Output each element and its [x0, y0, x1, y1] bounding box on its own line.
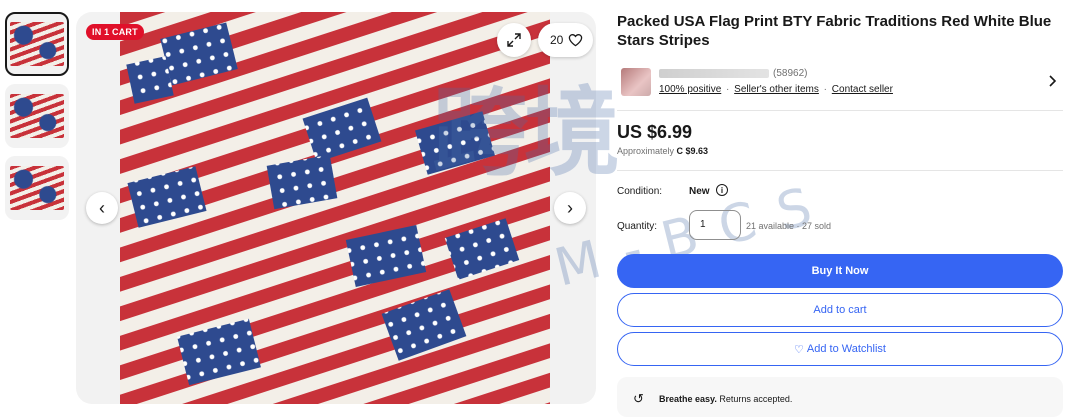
- seller-other-items-link[interactable]: Seller's other items: [734, 84, 819, 95]
- image-gallery: IN 1 CART 20 ‹ ›: [76, 12, 596, 404]
- expand-icon: [507, 33, 521, 47]
- add-to-watchlist-button[interactable]: ♡ Add to Watchlist: [617, 332, 1063, 366]
- availability-text: 21 available · 27 sold: [746, 221, 832, 231]
- condition-value: New: [689, 186, 710, 197]
- seller-card[interactable]: (58962) 100% positive · Seller's other i…: [617, 68, 1063, 112]
- thumbnail-1[interactable]: [5, 12, 69, 76]
- returns-rest: Returns accepted.: [716, 394, 793, 404]
- add-to-watchlist-label: Add to Watchlist: [806, 343, 886, 355]
- heart-icon: [569, 33, 583, 47]
- chevron-right-icon: ›: [567, 197, 573, 218]
- add-to-cart-button[interactable]: Add to cart: [617, 293, 1063, 327]
- thumbnail-2[interactable]: [5, 84, 69, 148]
- listing-title: Packed USA Flag Print BTY Fabric Traditi…: [617, 13, 1052, 49]
- thumbnail-image: [10, 166, 64, 210]
- separator: ·: [823, 84, 828, 95]
- chevron-right-icon[interactable]: [1047, 74, 1057, 90]
- product-image[interactable]: [120, 12, 550, 404]
- previous-image-button[interactable]: ‹: [86, 192, 118, 224]
- price: US $6.99: [617, 122, 693, 142]
- condition-label: Condition:: [617, 186, 663, 197]
- thumbnail-strip: [5, 12, 71, 228]
- approx-label: Approximately: [617, 146, 677, 156]
- buy-it-now-button[interactable]: Buy It Now: [617, 254, 1063, 288]
- thumbnail-image: [10, 94, 64, 138]
- approx-price: Approximately C $9.63: [617, 146, 708, 156]
- quantity-label: Quantity:: [617, 221, 658, 232]
- heart-icon: ♡: [794, 343, 804, 356]
- seller-name-redacted: [659, 69, 769, 78]
- positive-feedback-link[interactable]: 100% positive: [659, 84, 721, 95]
- contact-seller-link[interactable]: Contact seller: [832, 84, 893, 95]
- divider: [617, 110, 1063, 111]
- watchers-button[interactable]: 20: [538, 23, 594, 57]
- expand-button[interactable]: [497, 23, 531, 57]
- chevron-left-icon: ‹: [99, 197, 105, 218]
- returns-banner: ↺ Breathe easy. Returns accepted.: [617, 377, 1063, 417]
- return-icon: ↺: [633, 391, 644, 406]
- seller-feedback-count: (58962): [773, 68, 808, 79]
- in-cart-badge: IN 1 CART: [86, 24, 144, 40]
- thumbnail-image: [10, 22, 64, 66]
- seller-avatar: [621, 68, 651, 96]
- approx-value: C $9.63: [676, 146, 709, 156]
- returns-bold: Breathe easy.: [659, 394, 717, 404]
- seller-links: 100% positive · Seller's other items · C…: [659, 84, 893, 95]
- separator: ·: [726, 84, 730, 95]
- next-image-button[interactable]: ›: [554, 192, 586, 224]
- quantity-input[interactable]: 1: [689, 210, 741, 240]
- watchers-count: 20: [550, 33, 564, 47]
- item-details: Packed USA Flag Print BTY Fabric Traditi…: [617, 12, 1063, 417]
- info-icon[interactable]: i: [716, 184, 728, 196]
- thumbnail-3[interactable]: [5, 156, 69, 220]
- returns-text: Breathe easy. Returns accepted.: [659, 394, 792, 404]
- divider: [617, 170, 1063, 171]
